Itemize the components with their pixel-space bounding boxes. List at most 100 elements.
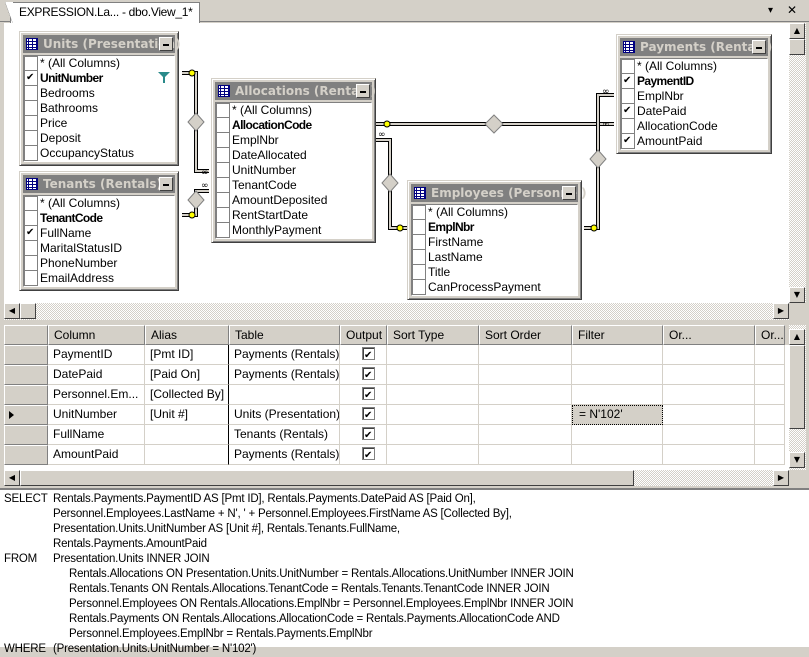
- column-checkbox[interactable]: [621, 119, 635, 134]
- table-column-row[interactable]: Price: [24, 116, 174, 131]
- column-checkbox[interactable]: [621, 133, 635, 149]
- column-checkbox[interactable]: [621, 59, 635, 74]
- output-cell[interactable]: [340, 425, 387, 445]
- grid-cell-sort-order[interactable]: [479, 405, 572, 425]
- row-selector[interactable]: [4, 345, 48, 365]
- table-column-row[interactable]: TenantCode: [24, 211, 174, 226]
- grid-cell-table[interactable]: Payments (Rentals): [229, 445, 340, 465]
- grid-cell-sort-order[interactable]: [479, 385, 572, 405]
- table-column-row[interactable]: FullName: [24, 225, 174, 241]
- grid-cell-filter[interactable]: [572, 425, 663, 445]
- grid-cell-filter[interactable]: [572, 365, 663, 385]
- row-selector[interactable]: [4, 365, 48, 385]
- grid-cell-sort-type[interactable]: [387, 345, 479, 365]
- grid-cell-sort-type[interactable]: [387, 445, 479, 465]
- column-checkbox[interactable]: [216, 163, 230, 178]
- output-checkbox[interactable]: [362, 406, 375, 424]
- grid-cell-alias[interactable]: [145, 445, 229, 465]
- grid-cell-sort-type[interactable]: [387, 425, 479, 445]
- table-column-row[interactable]: AmountDeposited: [216, 193, 371, 208]
- scroll-thumb[interactable]: [20, 470, 634, 486]
- grid-cell-or2[interactable]: [755, 345, 785, 365]
- grid-cell-or1[interactable]: [663, 445, 755, 465]
- table-column-row[interactable]: EmplNbr: [216, 133, 371, 148]
- column-checkbox[interactable]: [216, 178, 230, 193]
- row-selector[interactable]: [4, 405, 48, 425]
- grid-cell-column[interactable]: PaymentID: [48, 345, 145, 365]
- column-checkbox[interactable]: [216, 118, 230, 133]
- scroll-thumb[interactable]: [789, 345, 805, 429]
- column-checkbox[interactable]: [24, 101, 38, 116]
- scroll-thumb[interactable]: [789, 39, 805, 55]
- scroll-down-icon[interactable]: ▼: [789, 452, 805, 468]
- output-checkbox[interactable]: [362, 386, 375, 404]
- column-checkbox[interactable]: [24, 86, 38, 101]
- table-column-row[interactable]: MonthlyPayment: [216, 223, 371, 238]
- grid-cell-sort-order[interactable]: [479, 425, 572, 445]
- column-checkbox[interactable]: [412, 280, 426, 295]
- scroll-right-icon[interactable]: ▶: [773, 470, 789, 486]
- output-cell[interactable]: [340, 365, 387, 385]
- scroll-up-icon[interactable]: ▲: [789, 23, 805, 39]
- grid-cell-column[interactable]: UnitNumber: [48, 405, 145, 425]
- table-column-row[interactable]: LastName: [412, 250, 577, 265]
- relationship-tenants-allocations[interactable]: ∞: [182, 181, 209, 219]
- table-payments[interactable]: Payments (Rentals) * (All Columns)Paymen…: [616, 34, 772, 154]
- output-cell[interactable]: [340, 445, 387, 465]
- scroll-left-icon[interactable]: ◀: [4, 470, 20, 486]
- minimize-button[interactable]: [159, 177, 173, 191]
- column-checkbox[interactable]: [24, 116, 38, 131]
- grid-cell-table[interactable]: Payments (Rentals): [229, 365, 340, 385]
- relationship-allocations-payments[interactable]: ∞: [376, 114, 614, 134]
- grid-cell-column[interactable]: FullName: [48, 425, 145, 445]
- column-checkbox[interactable]: [412, 220, 426, 235]
- column-checkbox[interactable]: [24, 131, 38, 146]
- table-title[interactable]: Employees (Personnel): [411, 184, 587, 202]
- table-column-row[interactable]: RentStartDate: [216, 208, 371, 223]
- grid-cell-alias[interactable]: [Unit #]: [145, 405, 229, 425]
- scroll-right-icon[interactable]: ▶: [773, 303, 789, 319]
- grid-cell-table[interactable]: Units (Presentation): [229, 405, 340, 425]
- output-checkbox[interactable]: [362, 426, 375, 444]
- grid-cell-table[interactable]: Tenants (Rentals): [229, 425, 340, 445]
- grid-cell-sort-order[interactable]: [479, 445, 572, 465]
- grid-cell-sort-order[interactable]: [479, 345, 572, 365]
- table-column-row[interactable]: CanProcessPayment: [412, 280, 577, 295]
- grid-column-header[interactable]: Table: [229, 325, 340, 345]
- minimize-button[interactable]: [159, 37, 173, 51]
- table-column-row[interactable]: EmplNbr: [621, 89, 767, 104]
- grid-column-header[interactable]: Filter: [572, 325, 663, 345]
- column-checkbox[interactable]: [24, 56, 38, 71]
- table-column-row[interactable]: TenantCode: [216, 178, 371, 193]
- table-column-row[interactable]: EmailAddress: [24, 271, 174, 286]
- column-checkbox[interactable]: [412, 250, 426, 265]
- table-column-row[interactable]: * (All Columns): [412, 205, 577, 220]
- diagram-horizontal-scrollbar[interactable]: ◀ ▶: [4, 303, 789, 320]
- table-column-row[interactable]: AllocationCode: [216, 118, 371, 133]
- grid-horizontal-scrollbar[interactable]: ◀ ▶: [4, 470, 789, 486]
- scroll-left-icon[interactable]: ◀: [4, 303, 20, 319]
- grid-cell-column[interactable]: Personnel.Em...: [48, 385, 145, 405]
- column-checkbox[interactable]: [24, 271, 38, 286]
- table-column-row[interactable]: * (All Columns): [24, 56, 174, 71]
- sql-pane[interactable]: SELECT Rentals.Payments.PaymentID AS [Pmt…: [0, 488, 809, 655]
- column-checkbox[interactable]: [24, 146, 38, 161]
- grid-cell-alias[interactable]: [Pmt ID]: [145, 345, 229, 365]
- grid-cell-or1[interactable]: [663, 345, 755, 365]
- column-checkbox[interactable]: [24, 241, 38, 256]
- column-checkbox[interactable]: [216, 193, 230, 208]
- table-column-row[interactable]: * (All Columns): [621, 59, 767, 74]
- column-checkbox[interactable]: [216, 208, 230, 223]
- column-checkbox[interactable]: [412, 235, 426, 250]
- grid-cell-or1[interactable]: [663, 385, 755, 405]
- output-cell[interactable]: [340, 345, 387, 365]
- grid-cell-alias[interactable]: [145, 425, 229, 445]
- tab-dropdown-icon[interactable]: ▾: [768, 5, 773, 16]
- grid-cell-or1[interactable]: [663, 425, 755, 445]
- table-column-row[interactable]: OccupancyStatus: [24, 146, 174, 161]
- grid-cell-or2[interactable]: [755, 365, 785, 385]
- grid-cell-sort-type[interactable]: [387, 385, 479, 405]
- column-checkbox[interactable]: [216, 103, 230, 118]
- table-column-row[interactable]: MaritalStatusID: [24, 241, 174, 256]
- column-checkbox[interactable]: [621, 89, 635, 104]
